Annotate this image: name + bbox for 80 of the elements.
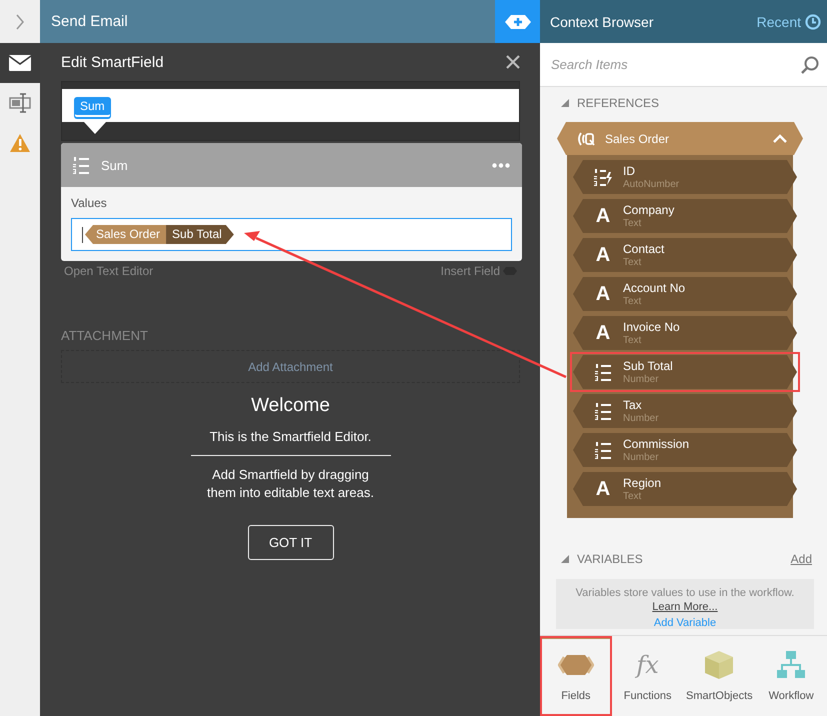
cube-icon bbox=[704, 650, 734, 680]
field-name: Region bbox=[623, 476, 662, 490]
bottom-tab[interactable]: Workflow bbox=[755, 636, 827, 716]
search-field[interactable]: Search Items bbox=[540, 43, 827, 87]
field-name: Account No bbox=[623, 280, 686, 294]
text-type-icon: A bbox=[593, 284, 613, 304]
text-cursor bbox=[82, 226, 83, 242]
field-item[interactable]: A Region Text bbox=[573, 472, 797, 506]
section-label: VARIABLES bbox=[577, 552, 644, 566]
welcome-text: This is the Smartfield Editor. bbox=[210, 429, 372, 444]
text-type-icon: A bbox=[593, 206, 613, 226]
bottom-tab[interactable]: Fields bbox=[540, 636, 612, 716]
field-type: Text bbox=[623, 334, 642, 346]
expand-chevron-icon[interactable] bbox=[15, 14, 25, 30]
field-type: Text bbox=[623, 216, 642, 230]
warning-icon bbox=[9, 133, 31, 153]
field-name: Contact bbox=[623, 242, 664, 256]
more-icon[interactable] bbox=[492, 162, 510, 168]
bottom-tab[interactable]: SmartObjects bbox=[684, 636, 756, 716]
panel-title: Context Browser bbox=[550, 14, 654, 30]
hierarchy-icon bbox=[776, 650, 806, 680]
add-link[interactable]: Add bbox=[790, 552, 812, 566]
field-type: AutoNumber bbox=[623, 178, 680, 190]
values-field[interactable]: Sales Order Sub Total bbox=[71, 218, 512, 251]
field-item[interactable]: ID AutoNumber bbox=[573, 160, 797, 194]
section-label: ATTACHMENT bbox=[61, 328, 149, 343]
field-name: Sub Total bbox=[623, 358, 673, 372]
recent-label: Recent bbox=[756, 14, 801, 30]
field-item[interactable]: A Invoice No Text bbox=[573, 316, 797, 350]
sidebar-tab[interactable] bbox=[0, 43, 40, 83]
collapse-chevron-icon[interactable] bbox=[773, 134, 787, 143]
insert-field-button[interactable] bbox=[495, 0, 540, 43]
field-item[interactable]: Commission Number bbox=[573, 433, 797, 467]
welcome-title: Welcome bbox=[251, 395, 330, 417]
panel-title: Send Email bbox=[50, 13, 129, 30]
field-type: Number bbox=[623, 412, 659, 424]
field-token[interactable]: Sub Total bbox=[166, 225, 234, 244]
numbered-list-icon bbox=[73, 156, 89, 174]
field-item[interactable]: A Contact Text bbox=[573, 238, 797, 272]
field-label: Values bbox=[71, 196, 108, 210]
text-type-icon: A bbox=[593, 245, 613, 265]
numbered-list-icon bbox=[595, 402, 611, 420]
mail-icon bbox=[9, 55, 31, 71]
section-label: REFERENCES bbox=[577, 96, 660, 110]
auto-number-icon bbox=[594, 168, 612, 186]
numbered-list-icon bbox=[595, 440, 611, 460]
field-type: Text bbox=[623, 294, 642, 308]
search-input[interactable]: Search Items bbox=[551, 57, 801, 72]
search-icon[interactable] bbox=[801, 56, 819, 74]
hexagon-icon bbox=[558, 654, 594, 676]
field-type: Number bbox=[623, 372, 660, 386]
numbered-list-icon bbox=[595, 362, 611, 382]
field-type: Number bbox=[623, 450, 660, 464]
close-icon[interactable] bbox=[506, 55, 520, 69]
function-name: Sum bbox=[100, 158, 129, 172]
bottom-tab[interactable]: fx Functions bbox=[612, 636, 684, 716]
welcome-text: Add Smartfield by dragging them into editable text areas. bbox=[206, 466, 375, 502]
clock-icon[interactable] bbox=[805, 14, 821, 30]
text-field-icon bbox=[9, 92, 31, 114]
reference-icon bbox=[577, 130, 597, 146]
field-type: Text bbox=[623, 256, 642, 268]
collapse-triangle-icon[interactable] bbox=[561, 555, 569, 563]
field-item[interactable]: A Account No Text bbox=[573, 277, 797, 311]
field-name: Company bbox=[623, 202, 674, 216]
field-name: Tax bbox=[623, 398, 643, 412]
field-name: Commission bbox=[623, 436, 690, 450]
field-item[interactable]: Sub Total Number bbox=[573, 355, 797, 389]
field-item[interactable]: A Company Text bbox=[573, 199, 797, 233]
dialog-title: Edit SmartField bbox=[61, 54, 164, 70]
got-it-button[interactable]: GOT IT bbox=[248, 525, 334, 560]
learn-more-link[interactable]: Learn More... bbox=[652, 601, 718, 613]
field-type: Text bbox=[623, 490, 642, 502]
collapse-triangle-icon[interactable] bbox=[561, 99, 569, 107]
info-text: Variables store values to use in the workflow. bbox=[576, 587, 794, 599]
field-item[interactable]: Tax Number bbox=[573, 394, 797, 428]
field-name: ID bbox=[623, 164, 636, 178]
field-name: Invoice No bbox=[623, 320, 680, 334]
text-type-icon: A bbox=[593, 479, 613, 499]
text-type-icon: A bbox=[593, 323, 613, 343]
function-icon: fx bbox=[636, 650, 659, 680]
